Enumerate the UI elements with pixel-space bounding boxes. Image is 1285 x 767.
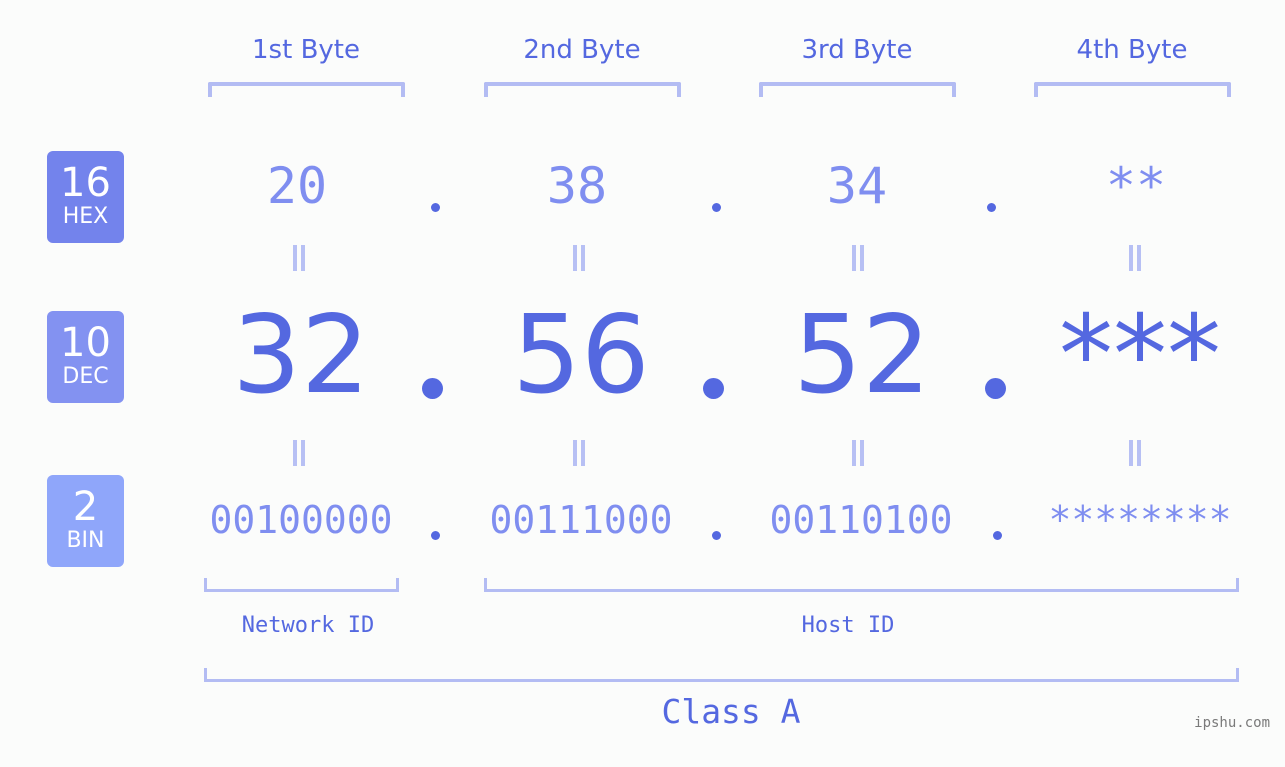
hex-separator-dot <box>712 203 721 212</box>
network-id-label: Network ID <box>241 613 375 638</box>
byte-header-4: 4th Byte <box>1076 35 1188 65</box>
hex-separator-dot <box>987 203 996 212</box>
dec-byte-2: 56 <box>512 293 650 418</box>
class-bracket <box>204 668 1239 682</box>
hex-separator-dot <box>431 203 440 212</box>
hex-badge-label: HEX <box>62 204 109 229</box>
equals-icon <box>1125 439 1145 475</box>
bin-badge-number: 2 <box>72 484 99 530</box>
dec-byte-1: 32 <box>232 293 370 418</box>
dec-badge-label: DEC <box>62 364 109 389</box>
hex-badge: 16 HEX <box>47 151 124 243</box>
bin-byte-1: 00100000 <box>209 498 393 542</box>
equals-icon <box>569 439 589 475</box>
dec-badge-number: 10 <box>60 320 111 366</box>
byte-bracket-3 <box>759 82 956 97</box>
bin-separator-dot <box>712 531 721 540</box>
class-label: Class A <box>661 692 801 731</box>
byte-bracket-2 <box>484 82 681 97</box>
hex-byte-1: 20 <box>266 157 328 215</box>
dec-badge: 10 DEC <box>47 311 124 403</box>
bin-byte-4: ******** <box>1048 498 1232 542</box>
bin-byte-2: 00111000 <box>489 498 673 542</box>
dec-separator-dot <box>422 378 443 399</box>
byte-header-3: 3rd Byte <box>801 35 913 65</box>
byte-bracket-4 <box>1034 82 1231 97</box>
dec-byte-3: 52 <box>793 293 931 418</box>
byte-header-1: 1st Byte <box>252 35 360 65</box>
watermark: ipshu.com <box>1194 715 1270 731</box>
host-id-bracket <box>484 578 1239 592</box>
host-id-label: Host ID <box>801 613 895 638</box>
equals-icon <box>848 439 868 475</box>
hex-byte-4: ** <box>1105 157 1167 215</box>
equals-icon <box>289 439 309 475</box>
byte-bracket-1 <box>208 82 405 97</box>
byte-header-2: 2nd Byte <box>523 35 641 65</box>
hex-byte-3: 34 <box>826 157 888 215</box>
bin-separator-dot <box>993 531 1002 540</box>
equals-icon <box>569 244 589 280</box>
dec-byte-4: *** <box>1059 293 1221 418</box>
equals-icon <box>848 244 868 280</box>
bin-byte-3: 00110100 <box>769 498 953 542</box>
hex-byte-2: 38 <box>546 157 608 215</box>
equals-icon <box>289 244 309 280</box>
dec-separator-dot <box>703 378 724 399</box>
network-id-bracket <box>204 578 399 592</box>
bin-badge: 2 BIN <box>47 475 124 567</box>
bin-separator-dot <box>431 531 440 540</box>
equals-icon <box>1125 244 1145 280</box>
bin-badge-label: BIN <box>66 528 105 553</box>
hex-badge-number: 16 <box>60 160 111 206</box>
